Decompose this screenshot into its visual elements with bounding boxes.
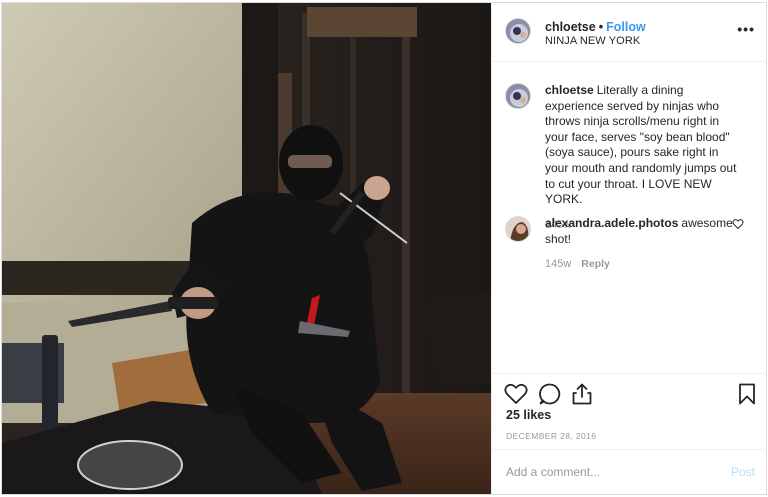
separator-dot: •: [598, 20, 604, 34]
share-icon[interactable]: [570, 382, 594, 406]
comment-username[interactable]: alexandra.adele.photos: [545, 216, 678, 230]
follow-button[interactable]: Follow: [606, 20, 646, 34]
header-username[interactable]: chloetse: [545, 20, 596, 34]
comment-body: alexandra.adele.photos awesome shot! 145w…: [545, 216, 733, 273]
comment-body: chloetse Literally a dining experience se…: [545, 83, 745, 233]
location-link[interactable]: NINJA NEW YORK: [545, 35, 640, 47]
heart-icon[interactable]: [504, 382, 528, 406]
post-actions: 25 likes DECEMBER 28, 2016 Post: [492, 373, 767, 494]
comments-list: chloetse Literally a dining experience se…: [492, 63, 767, 373]
avatar[interactable]: [505, 216, 531, 242]
reply-button[interactable]: Reply: [581, 258, 610, 270]
comment-text: Literally a dining experience served by …: [545, 83, 737, 207]
avatar-image: [506, 217, 530, 241]
avatar[interactable]: [505, 18, 531, 44]
post-header: chloetse • Follow NINJA NEW YORK •••: [492, 3, 767, 62]
header-user-line: chloetse • Follow: [545, 20, 646, 34]
add-comment-row: Post: [492, 449, 767, 495]
like-comment-heart-icon[interactable]: [732, 218, 744, 230]
comment-username[interactable]: chloetse: [545, 83, 594, 97]
comment-age[interactable]: 145w: [545, 258, 571, 270]
more-options-icon[interactable]: •••: [737, 21, 755, 37]
comment-item: alexandra.adele.photos awesome shot! 145w…: [505, 216, 755, 276]
comment-icon[interactable]: [538, 382, 562, 406]
post-date[interactable]: DECEMBER 28, 2016: [506, 431, 596, 441]
avatar-image: [506, 19, 530, 43]
likes-count[interactable]: 25 likes: [506, 408, 551, 422]
avatar-image: [506, 84, 530, 108]
avatar[interactable]: [505, 83, 531, 109]
photo-illustration: [2, 3, 491, 494]
comment-meta: 145w Reply: [545, 257, 725, 273]
post-comment-button[interactable]: Post: [731, 465, 755, 479]
ninja-photo[interactable]: [2, 3, 491, 494]
post-details-panel: chloetse • Follow NINJA NEW YORK ••• chloe…: [491, 3, 767, 494]
add-comment-input[interactable]: [506, 461, 716, 483]
post-card: chloetse • Follow NINJA NEW YORK ••• chloe…: [1, 2, 767, 495]
caption-comment: chloetse Literally a dining experience se…: [505, 83, 755, 231]
bookmark-icon[interactable]: [735, 382, 759, 406]
